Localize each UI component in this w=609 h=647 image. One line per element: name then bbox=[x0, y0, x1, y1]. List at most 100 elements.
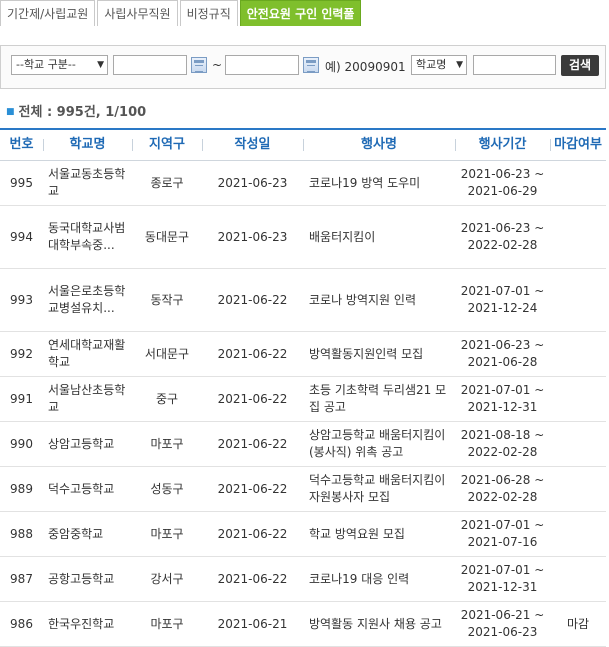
row-title-link[interactable]: 배움터지킴이 bbox=[303, 206, 455, 268]
row-number: 988 bbox=[10, 526, 33, 541]
row-region: 강서구 bbox=[150, 571, 184, 586]
search-field-select-value: 학교명 bbox=[416, 58, 447, 71]
table-row[interactable]: 994 동국대학교사범대학부속중... 동대문구 2021-06-23 배움터지… bbox=[0, 206, 606, 269]
bullet-icon: ■ bbox=[6, 107, 15, 117]
row-school: 연세대학교재활학교 bbox=[48, 338, 126, 369]
row-closed bbox=[550, 557, 606, 601]
table-row[interactable]: 991 서울남산초등학교 중구 2021-06-22 초등 기초학력 두리샘21… bbox=[0, 377, 606, 422]
row-school: 한국우진학교 bbox=[48, 616, 115, 631]
table-row[interactable]: 988 중암중학교 마포구 2021-06-22 학교 방역요원 모집 2021… bbox=[0, 512, 606, 557]
row-date: 2021-06-22 bbox=[217, 391, 288, 406]
row-period: 2021-06-23 ~ 2021-06-29 bbox=[455, 161, 550, 205]
row-closed bbox=[550, 269, 606, 331]
row-date: 2021-06-22 bbox=[217, 346, 288, 361]
row-period-start: 2021-06-23 ~ bbox=[460, 221, 545, 235]
row-title-link[interactable]: 코로나19 대응 인력 bbox=[303, 557, 455, 601]
row-period-end: 2021-12-31 bbox=[467, 400, 538, 414]
row-period: 2021-06-23 ~ 2021-06-28 bbox=[455, 332, 550, 376]
row-number: 989 bbox=[10, 481, 33, 496]
result-count: 전체 : 995건, 1/100 bbox=[18, 105, 147, 120]
row-period: 2021-07-01 ~ 2021-12-24 bbox=[455, 269, 550, 331]
header-closed: 마감여부 bbox=[550, 130, 606, 160]
row-title-link[interactable]: 코로나 방역지원 인력 bbox=[303, 269, 455, 331]
row-closed bbox=[550, 206, 606, 268]
row-title-link[interactable]: 코로나19 방역 도우미 bbox=[303, 161, 455, 205]
row-date: 2021-06-22 bbox=[217, 292, 288, 307]
row-period-end: 2021-06-23 bbox=[467, 625, 538, 639]
table-row[interactable]: 990 상암고등학교 마포구 2021-06-22 상암고등학교 배움터지킴이(… bbox=[0, 422, 606, 467]
row-date: 2021-06-23 bbox=[217, 175, 288, 190]
table-row[interactable]: 989 덕수고등학교 성동구 2021-06-22 덕수고등학교 배움터지킴이 … bbox=[0, 467, 606, 512]
row-title-link[interactable]: 상암고등학교 배움터지킴이(봉사직) 위촉 공고 bbox=[303, 422, 455, 466]
row-period-end: 2021-07-16 bbox=[467, 535, 538, 549]
table-row[interactable]: 993 서울은로초등학교병설유치... 동작구 2021-06-22 코로나 방… bbox=[0, 269, 606, 332]
result-summary: ■ 전체 : 995건, 1/100 bbox=[6, 101, 146, 120]
date-separator: ~ bbox=[212, 58, 223, 72]
row-period-end: 2021-06-29 bbox=[467, 184, 538, 198]
row-school: 동국대학교사범대학부속중... bbox=[48, 221, 126, 252]
row-number: 993 bbox=[10, 292, 33, 307]
row-period-start: 2021-07-01 ~ bbox=[460, 563, 545, 577]
row-number: 986 bbox=[10, 616, 33, 631]
row-closed bbox=[550, 161, 606, 205]
row-period-end: 2021-12-24 bbox=[467, 301, 538, 315]
date-format-hint: 예) 20090901 bbox=[325, 60, 406, 74]
row-number: 991 bbox=[10, 391, 33, 406]
row-number: 992 bbox=[10, 346, 33, 361]
row-period-end: 2022-02-28 bbox=[467, 490, 538, 504]
search-keyword-input[interactable] bbox=[473, 55, 556, 75]
table-row[interactable]: 987 공항고등학교 강서구 2021-06-22 코로나19 대응 인력 20… bbox=[0, 557, 606, 602]
header-title: 행사명 bbox=[303, 130, 455, 160]
row-region: 중구 bbox=[155, 391, 179, 406]
row-region: 서대문구 bbox=[144, 346, 190, 361]
search-field-select[interactable]: 학교명 ▼ bbox=[411, 55, 467, 75]
tab-contract-teacher[interactable]: 기간제/사립교원 bbox=[0, 0, 96, 26]
row-title-link[interactable]: 방역활동 지원사 채용 공고 bbox=[303, 602, 455, 646]
row-closed bbox=[550, 512, 606, 556]
row-title-link[interactable]: 방역활동지원인력 모집 bbox=[303, 332, 455, 376]
row-school: 중암중학교 bbox=[48, 526, 104, 541]
table-row[interactable]: 995 서울교동초등학교 종로구 2021-06-23 코로나19 방역 도우미… bbox=[0, 161, 606, 206]
row-title-link[interactable]: 학교 방역요원 모집 bbox=[303, 512, 455, 556]
table-row[interactable]: 992 연세대학교재활학교 서대문구 2021-06-22 방역활동지원인력 모… bbox=[0, 332, 606, 377]
row-period-end: 2021-06-28 bbox=[467, 355, 538, 369]
row-region: 동대문구 bbox=[144, 229, 190, 244]
row-closed-status: 마감 bbox=[566, 616, 590, 631]
row-period: 2021-08-18 ~ 2022-02-28 bbox=[455, 422, 550, 466]
chevron-down-icon: ▼ bbox=[456, 60, 463, 70]
row-period: 2021-06-21 ~ 2021-06-23 bbox=[455, 602, 550, 646]
row-region: 마포구 bbox=[150, 526, 184, 541]
row-school: 서울교동초등학교 bbox=[48, 167, 126, 198]
row-period: 2021-06-28 ~ 2022-02-28 bbox=[455, 467, 550, 511]
end-date-input[interactable] bbox=[225, 55, 299, 75]
header-school: 학교명 bbox=[43, 130, 132, 160]
end-calendar-icon[interactable] bbox=[303, 57, 319, 73]
row-period: 2021-06-23 ~ 2022-02-28 bbox=[455, 206, 550, 268]
row-closed bbox=[550, 422, 606, 466]
row-title-link[interactable]: 덕수고등학교 배움터지킴이 자원봉사자 모집 bbox=[303, 467, 455, 511]
row-number: 995 bbox=[10, 175, 33, 190]
row-closed bbox=[550, 467, 606, 511]
tab-non-regular[interactable]: 비정규직 bbox=[179, 0, 238, 26]
row-number: 990 bbox=[10, 436, 33, 451]
row-period-start: 2021-08-18 ~ bbox=[460, 428, 545, 442]
start-calendar-icon[interactable] bbox=[191, 57, 207, 73]
row-title-link[interactable]: 초등 기초학력 두리샘21 모집 공고 bbox=[303, 377, 455, 421]
table-header: 번호 학교명 지역구 작성일 행사명 행사기간 마감여부 bbox=[0, 130, 606, 161]
row-period: 2021-07-01 ~ 2021-07-16 bbox=[455, 512, 550, 556]
tab-safety-staff-pool[interactable]: 안전요원 구인 인력풀 bbox=[239, 0, 362, 26]
start-date-input[interactable] bbox=[113, 55, 187, 75]
row-closed bbox=[550, 377, 606, 421]
row-period: 2021-07-01 ~ 2021-12-31 bbox=[455, 557, 550, 601]
school-type-select[interactable]: --학교 구분-- ▼ bbox=[11, 55, 108, 75]
header-region: 지역구 bbox=[132, 130, 202, 160]
row-period-end: 2022-02-28 bbox=[467, 238, 538, 252]
table-row[interactable]: 986 한국우진학교 마포구 2021-06-21 방역활동 지원사 채용 공고… bbox=[0, 602, 606, 647]
row-period-start: 2021-06-23 ~ bbox=[460, 167, 545, 181]
category-tabs: 기간제/사립교원 사립사무직원 비정규직 안전요원 구인 인력풀 bbox=[0, 0, 363, 26]
tab-private-staff[interactable]: 사립사무직원 bbox=[97, 0, 178, 26]
row-period-start: 2021-06-28 ~ bbox=[460, 473, 545, 487]
search-button[interactable]: 검색 bbox=[561, 55, 599, 76]
row-period-end: 2021-12-31 bbox=[467, 580, 538, 594]
row-period-start: 2021-06-23 ~ bbox=[460, 338, 545, 352]
